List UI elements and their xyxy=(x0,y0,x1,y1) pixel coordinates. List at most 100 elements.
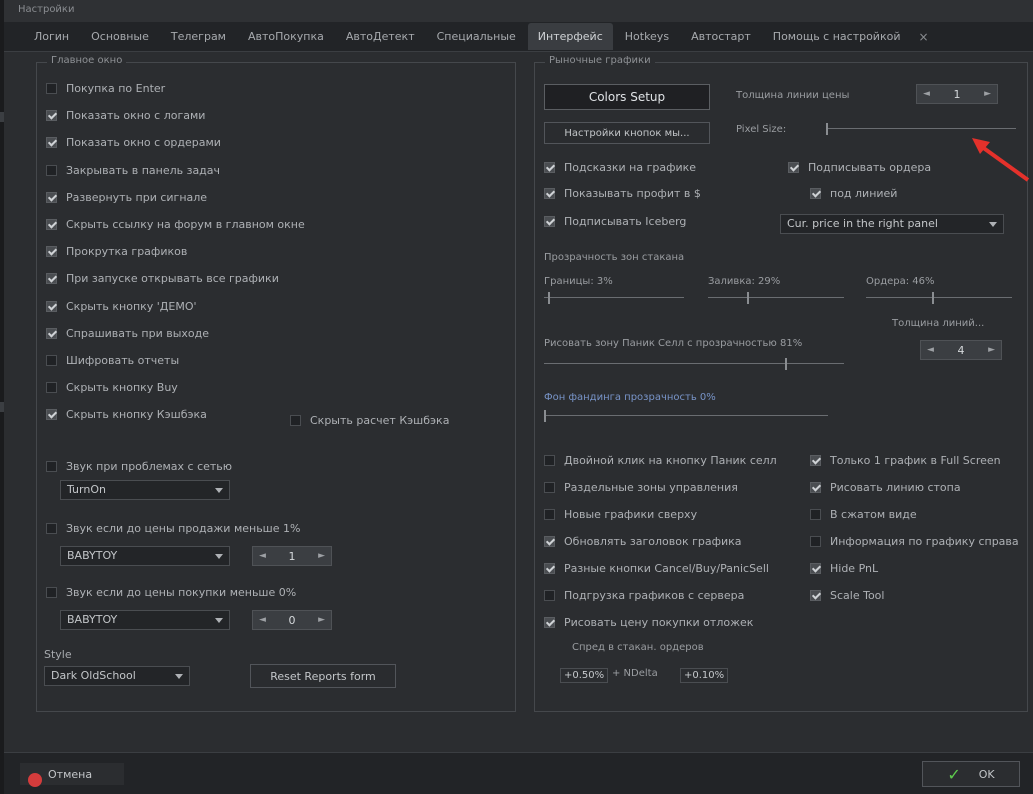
cancel-button[interactable]: Отмена xyxy=(20,763,124,787)
checkbox-item[interactable]: При запуске открывать все графики xyxy=(46,272,279,285)
checkbox-box[interactable] xyxy=(46,382,57,394)
under-line-checkbox[interactable]: под линией xyxy=(810,187,897,200)
fill-slider[interactable] xyxy=(708,292,844,304)
slider-thumb[interactable] xyxy=(785,358,787,370)
decrement-icon[interactable]: ◄ xyxy=(259,551,266,561)
checkbox-item[interactable]: Скрыть кнопку 'ДЕМО' xyxy=(46,300,197,313)
background-slider[interactable] xyxy=(544,410,828,422)
checkbox-box[interactable] xyxy=(46,409,57,421)
checkbox-box[interactable] xyxy=(544,509,555,520)
tab-6[interactable]: Интерфейс xyxy=(527,23,613,50)
checkbox-item[interactable]: Шифровать отчеты xyxy=(46,354,179,367)
checkbox-item[interactable]: Скрыть ссылку на форум в главном окне xyxy=(46,218,305,231)
checkbox-item[interactable]: Скрыть кнопку Кэшбэка xyxy=(46,408,207,421)
increment-icon[interactable]: ► xyxy=(318,615,325,625)
checkbox-box[interactable] xyxy=(544,563,555,574)
checkbox-item[interactable]: Информация по графику справа xyxy=(810,535,1019,548)
sign-orders-checkbox[interactable]: Подписывать ордера xyxy=(788,161,931,174)
checkbox-item[interactable]: Скрыть кнопку Buy xyxy=(46,381,178,394)
increment-icon[interactable]: ► xyxy=(318,551,325,561)
checkbox-item[interactable]: Только 1 график в Full Screen xyxy=(810,454,1001,467)
checkbox-box[interactable] xyxy=(544,188,555,199)
checkbox-box[interactable] xyxy=(46,461,57,472)
tab-2[interactable]: Телеграм xyxy=(161,23,236,50)
decrement-icon[interactable]: ◄ xyxy=(259,615,266,625)
slider-thumb[interactable] xyxy=(544,410,546,422)
show-profit-checkbox[interactable]: Показывать профит в $ xyxy=(544,187,701,200)
checkbox-box[interactable] xyxy=(544,162,555,173)
checkbox-box[interactable] xyxy=(544,536,555,547)
price-line-thickness-spinner[interactable]: ◄ 1 ► xyxy=(916,84,998,104)
checkbox-box[interactable] xyxy=(810,563,821,574)
sound-buy-checkbox[interactable]: Звук если до цены покупки меньше 0% xyxy=(46,586,296,599)
checkbox-box[interactable] xyxy=(544,482,555,493)
hide-cashback-calc-checkbox[interactable]: Скрыть расчет Кэшбэка xyxy=(290,414,449,427)
checkbox-box[interactable] xyxy=(544,617,555,628)
spread-left-value[interactable]: +0.50% xyxy=(560,668,609,683)
orders-slider[interactable] xyxy=(866,292,1012,304)
checkbox-item[interactable]: Новые графики сверху xyxy=(544,508,697,521)
sound-buy-spinner[interactable]: ◄ 0 ► xyxy=(252,610,332,630)
sound-network-checkbox[interactable]: Звук при проблемах с сетью xyxy=(46,460,232,473)
increment-icon[interactable]: ► xyxy=(988,345,995,355)
checkbox-item[interactable]: Рисовать цену покупки отложек xyxy=(544,616,753,629)
price-panel-select[interactable]: Cur. price in the right panel xyxy=(780,214,1004,234)
chart-hints-checkbox[interactable]: Подсказки на графике xyxy=(544,161,696,174)
checkbox-box[interactable] xyxy=(46,83,57,94)
tab-5[interactable]: Специальные xyxy=(427,23,526,50)
checkbox-box[interactable] xyxy=(810,509,821,520)
checkbox-item[interactable]: В сжатом виде xyxy=(810,508,917,521)
slider-thumb[interactable] xyxy=(548,292,550,304)
checkbox-item[interactable]: Рисовать линию стопа xyxy=(810,481,961,494)
tab-7[interactable]: Hotkeys xyxy=(615,23,679,50)
checkbox-box[interactable] xyxy=(46,587,57,598)
slider-thumb[interactable] xyxy=(826,123,828,135)
checkbox-item[interactable]: Показать окно с ордерами xyxy=(46,136,221,149)
panic-line-spinner[interactable]: ◄ 4 ► xyxy=(920,340,1002,360)
checkbox-item[interactable]: Спрашивать при выходе xyxy=(46,327,209,340)
checkbox-item[interactable]: Прокрутка графиков xyxy=(46,245,187,258)
panic-sell-slider[interactable] xyxy=(544,358,844,370)
checkbox-item[interactable]: Обновлять заголовок графика xyxy=(544,535,742,548)
slider-thumb[interactable] xyxy=(747,292,749,304)
colors-setup-button[interactable]: Colors Setup xyxy=(544,84,710,110)
checkbox-box[interactable] xyxy=(46,355,57,366)
checkbox-box[interactable] xyxy=(46,110,57,122)
checkbox-box[interactable] xyxy=(788,162,799,173)
decrement-icon[interactable]: ◄ xyxy=(923,89,930,99)
checkbox-item[interactable]: Scale Tool xyxy=(810,589,884,602)
sound-buy-select[interactable]: BABYTOY xyxy=(60,610,230,630)
checkbox-box[interactable] xyxy=(46,300,57,312)
checkbox-box[interactable] xyxy=(46,523,57,534)
slider-thumb[interactable] xyxy=(932,292,934,304)
spread-right-value[interactable]: +0.10% xyxy=(680,668,729,683)
checkbox-box[interactable] xyxy=(46,327,57,339)
checkbox-box[interactable] xyxy=(46,219,57,230)
sound-network-select[interactable]: TurnOn xyxy=(60,480,230,500)
checkbox-item[interactable]: Разные кнопки Cancel/Buy/PanicSell xyxy=(544,562,769,575)
checkbox-box[interactable] xyxy=(810,590,821,601)
tab-3[interactable]: АвтоПокупка xyxy=(238,23,334,50)
sound-sell-spinner[interactable]: ◄ 1 ► xyxy=(252,546,332,566)
checkbox-item[interactable]: Подгрузка графиков с сервера xyxy=(544,589,744,602)
checkbox-item[interactable]: Закрывать в панель задач xyxy=(46,164,220,177)
tab-1[interactable]: Основные xyxy=(81,23,159,50)
ok-button[interactable]: ✓ OK xyxy=(922,761,1020,787)
checkbox-box[interactable] xyxy=(544,216,555,227)
checkbox-item[interactable]: Hide PnL xyxy=(810,562,878,575)
checkbox-box[interactable] xyxy=(544,455,555,466)
increment-icon[interactable]: ► xyxy=(984,89,991,99)
close-icon[interactable]: × xyxy=(912,30,934,44)
decrement-icon[interactable]: ◄ xyxy=(927,345,934,355)
checkbox-box[interactable] xyxy=(544,590,555,601)
checkbox-box[interactable] xyxy=(46,191,57,203)
sound-sell-select[interactable]: BABYTOY xyxy=(60,546,230,566)
checkbox-item[interactable]: Развернуть при сигнале xyxy=(46,191,207,204)
tab-9[interactable]: Помощь с настройкой xyxy=(763,23,911,50)
checkbox-item[interactable]: Покупка по Enter xyxy=(46,82,165,95)
buttons-settings-button[interactable]: Настройки кнопок мы... xyxy=(544,122,710,144)
checkbox-box[interactable] xyxy=(46,273,57,285)
tab-8[interactable]: Автостарт xyxy=(681,23,761,50)
tab-4[interactable]: АвтоДетект xyxy=(336,23,425,50)
checkbox-box[interactable] xyxy=(46,137,57,149)
